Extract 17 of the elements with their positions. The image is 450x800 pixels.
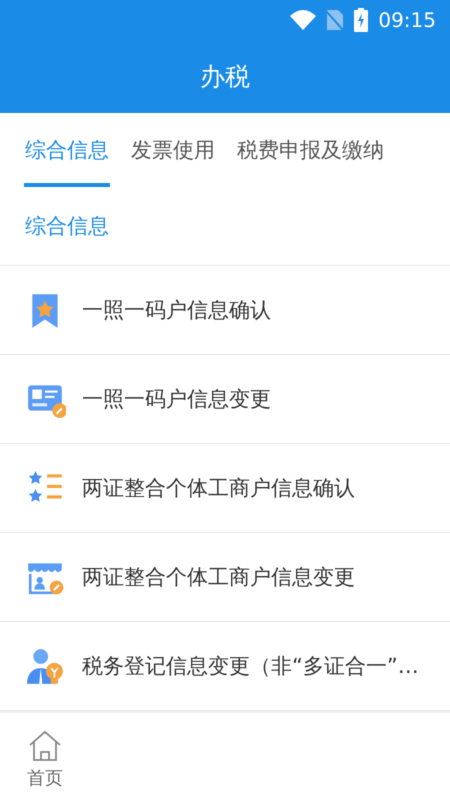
tab[interactable]: 综合信息 [14,113,120,187]
wifi-icon [290,10,316,30]
list-item[interactable]: 一照一码户信息变更 [0,355,450,444]
tab[interactable]: 发票使用 [120,113,226,187]
no-sim-icon [326,9,344,31]
list-item[interactable]: 两证整合个体工商户信息变更 [0,533,450,622]
status-time: 09:15 [378,8,436,32]
list-item[interactable]: 两证整合个体工商户信息确认 [0,444,450,533]
page-title: 办税 [200,61,250,93]
tab[interactable]: 税费申报及缴纳 [226,113,395,187]
section-title: 综合信息 [25,213,109,240]
list-item[interactable]: 税务登记信息变更（非“多证合一”… [0,622,450,711]
list-item[interactable]: 一照一码户信息确认 [0,266,450,355]
person-bulb-icon [26,646,66,686]
battery-charging-icon [354,8,368,32]
nav-item[interactable]: 首页 [0,713,90,800]
home-icon [28,730,62,762]
